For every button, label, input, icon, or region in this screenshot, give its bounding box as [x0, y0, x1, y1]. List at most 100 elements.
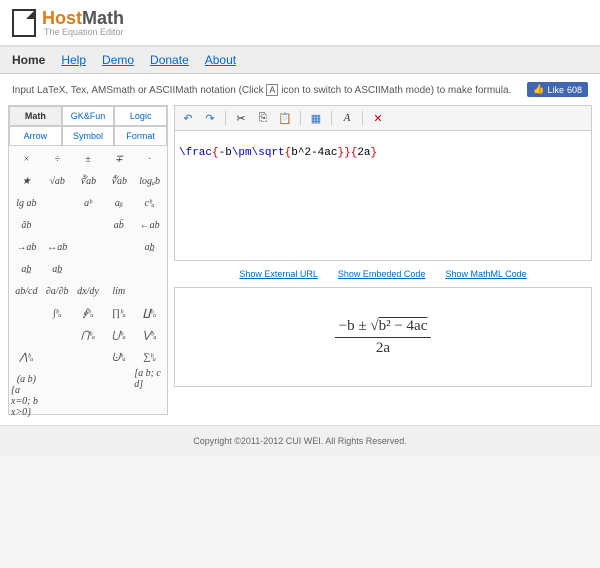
palette-cell	[42, 324, 73, 346]
instruction-text: Input LaTeX, Tex, AMSmath or ASCIIMath n…	[12, 85, 266, 96]
palette-cell[interactable]: ∂a/∂b	[42, 280, 73, 302]
palette-tab-symbol[interactable]: Symbol	[62, 126, 115, 146]
tagline: The Equation Editor	[44, 27, 124, 37]
palette-cell[interactable]: ∐ᵇₐ	[134, 302, 165, 324]
header: HostMath The Equation Editor	[0, 0, 600, 46]
separator	[225, 111, 226, 125]
palette-cell[interactable]: ãb	[11, 214, 42, 236]
show-embed-code-link[interactable]: Show Embeded Code	[338, 269, 426, 279]
palette-cell	[134, 258, 165, 280]
palette-cell	[42, 346, 73, 368]
palette-cell[interactable]: ∛ab	[73, 170, 104, 192]
instruction-bar: Input LaTeX, Tex, AMSmath or ASCIIMath n…	[0, 74, 600, 105]
clear-button[interactable]: ✕	[369, 109, 387, 127]
palette-cell	[103, 258, 134, 280]
palette-cell	[73, 390, 104, 412]
palette-tab-gkfun[interactable]: GK&Fun	[62, 106, 115, 126]
palette-cell[interactable]: ∑ᵇₐ	[134, 346, 165, 368]
palette-cell[interactable]: ∓	[103, 148, 134, 170]
palette-cell	[11, 324, 42, 346]
nav-demo[interactable]: Demo	[102, 53, 134, 67]
footer-copyright: Copyright ©2011-2012 CUI WEI. All Rights…	[0, 425, 600, 456]
rendered-formula: −b ± √b² − 4ac 2a	[335, 318, 432, 357]
cut-button[interactable]: ✂	[232, 109, 250, 127]
palette-cell	[134, 390, 165, 412]
palette-tabs: Math GK&Fun Logic Arrow Symbol Format	[9, 106, 167, 146]
palette-cell[interactable]: ⨃ᵇₐ	[103, 346, 134, 368]
palette-cell[interactable]: ab̲	[134, 236, 165, 258]
font-button[interactable]: A	[338, 109, 356, 127]
palette-tab-logic[interactable]: Logic	[114, 106, 167, 126]
palette-cell[interactable]: ∮ᵇₐ	[73, 302, 104, 324]
palette-cell[interactable]: ×	[11, 148, 42, 170]
palette-cell[interactable]: ⋂ᵇₐ	[73, 324, 104, 346]
palette-cell[interactable]: ←ab	[134, 214, 165, 236]
palette-cell	[73, 258, 104, 280]
thumbs-up-icon: 👍	[533, 84, 544, 95]
latex-input[interactable]: \frac{-b\pm\sqrt{b^2-4ac}}{2a}	[174, 131, 592, 261]
palette-cell[interactable]: ·	[134, 148, 165, 170]
palette-cell	[73, 236, 104, 258]
palette-cell[interactable]: ab̲	[42, 258, 73, 280]
palette-tab-math[interactable]: Math	[9, 106, 62, 126]
palette-cell[interactable]: ⋁ᵇₐ	[134, 324, 165, 346]
separator	[300, 111, 301, 125]
redo-button[interactable]: ↷	[201, 109, 219, 127]
palette-cell[interactable]: ⋀ᵇₐ	[11, 346, 42, 368]
separator	[331, 111, 332, 125]
palette-cell[interactable]: aᵇ	[73, 192, 104, 214]
main-nav: Home Help Demo Donate About	[0, 46, 600, 74]
mode-button[interactable]: ▦	[307, 109, 325, 127]
palette-cell	[42, 390, 73, 412]
palette-cell[interactable]: ab̲	[11, 258, 42, 280]
symbol-palette: Math GK&Fun Logic Arrow Symbol Format ×÷…	[8, 105, 168, 415]
palette-cell[interactable]: ∜ab	[103, 170, 134, 192]
palette-tab-format[interactable]: Format	[114, 126, 167, 146]
palette-cell	[42, 192, 73, 214]
palette-cell[interactable]: lg ab	[11, 192, 42, 214]
nav-donate[interactable]: Donate	[150, 53, 189, 67]
palette-cell[interactable]: [a b; c d]	[134, 368, 165, 390]
palette-cell	[134, 280, 165, 302]
palette-cell[interactable]: ÷	[42, 148, 73, 170]
palette-cell[interactable]: ±	[73, 148, 104, 170]
palette-cell[interactable]: logₐb	[134, 170, 165, 192]
palette-cell[interactable]: ∏ᵇₐ	[103, 302, 134, 324]
paste-button[interactable]: 📋	[276, 109, 294, 127]
facebook-like-button[interactable]: 👍 Like 608	[527, 82, 588, 97]
palette-cell[interactable]: →ab	[11, 236, 42, 258]
palette-tab-arrow[interactable]: Arrow	[9, 126, 62, 146]
undo-button[interactable]: ↶	[179, 109, 197, 127]
sqrt-icon: √	[370, 318, 378, 334]
show-mathml-code-link[interactable]: Show MathML Code	[445, 269, 526, 279]
palette-cell[interactable]: lim	[103, 280, 134, 302]
palette-cell[interactable]: ★	[11, 170, 42, 192]
palette-cell	[11, 302, 42, 324]
copy-button[interactable]: ⎘	[254, 109, 272, 127]
palette-cell[interactable]: cᵇₐ	[134, 192, 165, 214]
palette-cell	[42, 368, 73, 390]
palette-cell[interactable]: ↔ab	[42, 236, 73, 258]
palette-cell[interactable]: √ab	[42, 170, 73, 192]
palette-cell	[42, 214, 73, 236]
palette-cell[interactable]: ∫ᵇₐ	[42, 302, 73, 324]
palette-cell[interactable]: ab/cd	[11, 280, 42, 302]
palette-cell[interactable]: ab̄	[103, 214, 134, 236]
nav-about[interactable]: About	[205, 53, 236, 67]
nav-home[interactable]: Home	[12, 53, 45, 67]
formula-output: −b ± √b² − 4ac 2a	[174, 287, 592, 387]
palette-cell	[103, 368, 134, 390]
palette-cell[interactable]: dx/dy	[73, 280, 104, 302]
show-external-url-link[interactable]: Show External URL	[239, 269, 318, 279]
palette-cell	[73, 214, 104, 236]
separator	[362, 111, 363, 125]
palette-cell	[103, 236, 134, 258]
asciimath-toggle-icon[interactable]: A	[266, 84, 278, 96]
palette-cell[interactable]: ⋃ᵇₐ	[103, 324, 134, 346]
palette-cell[interactable]: aᵦ	[103, 192, 134, 214]
nav-help[interactable]: Help	[61, 53, 86, 67]
palette-cell[interactable]: {a x=0; b x>0}	[11, 390, 42, 412]
brand-title: HostMath	[42, 8, 124, 29]
palette-cell	[73, 346, 104, 368]
palette-cell	[103, 390, 134, 412]
